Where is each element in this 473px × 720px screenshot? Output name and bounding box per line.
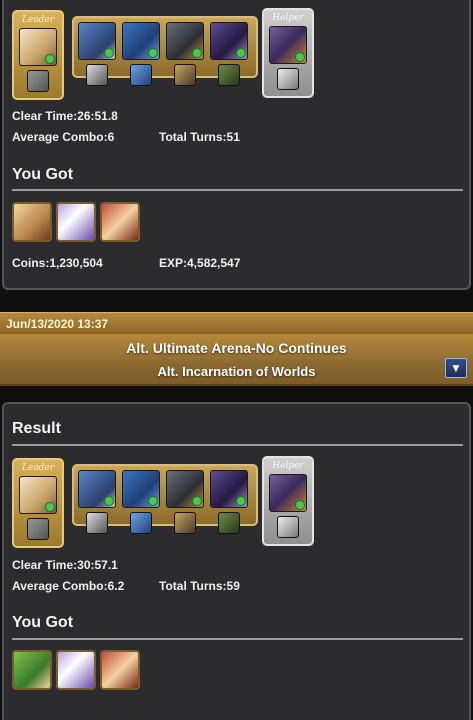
sub-portrait-1[interactable] [78, 470, 116, 508]
leader-slot[interactable]: Leader [12, 458, 64, 548]
leader-portrait [19, 28, 57, 66]
clear-time: Clear Time:26:51.8 [12, 109, 118, 123]
divider [12, 189, 463, 191]
dungeon-name-bar: Alt. Ultimate Arena-No Continues Alt. In… [0, 334, 473, 386]
sub-assist-3 [174, 64, 196, 86]
helper-portrait [269, 474, 307, 512]
drop-3[interactable] [100, 650, 140, 690]
sub-portrait-2[interactable] [122, 22, 160, 60]
exp: EXP:4,582,547 [159, 256, 241, 270]
drop-1[interactable] [12, 650, 52, 690]
total-turns: Total Turns:51 [159, 130, 240, 144]
total-turns: Total Turns:59 [159, 579, 240, 593]
average-combo: Average Combo:6 [12, 130, 115, 144]
floor-name: Alt. Incarnation of Worlds [157, 364, 316, 379]
sub-assist-1 [86, 512, 108, 534]
sub-assist-4 [218, 64, 240, 86]
leader-assist [27, 70, 49, 92]
leader-tag: Leader [21, 463, 55, 473]
helper-portrait [269, 26, 307, 64]
sub-portrait-4[interactable] [210, 470, 248, 508]
team-row: Leader Helper [4, 8, 473, 110]
clear-time: Clear Time:30:57.1 [12, 558, 118, 572]
leader-portrait [19, 476, 57, 514]
result-title: Result [12, 420, 61, 437]
coins: Coins:1,230,504 [12, 256, 103, 270]
sub-members [72, 16, 258, 86]
sub-assist-2 [130, 64, 152, 86]
helper-assist [277, 516, 299, 538]
drop-2[interactable] [56, 202, 96, 242]
sub-portrait-3[interactable] [166, 22, 204, 60]
divider [12, 444, 463, 446]
team-row: Leader Helper [4, 456, 473, 558]
helper-tag: Helper [272, 461, 304, 471]
sub-assist-1 [86, 64, 108, 86]
you-got-title: You Got [12, 614, 74, 631]
drop-3[interactable] [100, 202, 140, 242]
divider [12, 638, 463, 640]
run-result-panel-1: Leader Helper Clear Time:26:51.8 Average… [2, 0, 471, 290]
helper-assist [277, 68, 299, 90]
leader-slot[interactable]: Leader [12, 10, 64, 100]
helper-tag: Helper [272, 13, 304, 23]
sub-portrait-2[interactable] [122, 470, 160, 508]
drop-2[interactable] [56, 650, 96, 690]
run-result-panel-2: Result Leader Helper Clear Time:30:57.1 … [2, 402, 471, 720]
helper-slot[interactable]: Helper [262, 456, 314, 546]
triangle-down-icon: ▼ [450, 361, 462, 375]
leader-assist [27, 518, 49, 540]
sub-portrait-1[interactable] [78, 22, 116, 60]
dungeon-header[interactable]: Jun/13/2020 13:37 Alt. Ultimate Arena-No… [0, 294, 473, 390]
drop-1[interactable] [12, 202, 52, 242]
sub-assist-3 [174, 512, 196, 534]
helper-slot[interactable]: Helper [262, 8, 314, 98]
sub-portrait-3[interactable] [166, 470, 204, 508]
leader-tag: Leader [21, 15, 55, 25]
expand-button[interactable]: ▼ [445, 358, 467, 378]
sub-portrait-4[interactable] [210, 22, 248, 60]
dungeon-name: Alt. Ultimate Arena-No Continues [126, 340, 347, 356]
you-got-title: You Got [12, 166, 74, 183]
date: Jun/13/2020 13:37 [0, 312, 473, 334]
sub-assist-2 [130, 512, 152, 534]
sub-assist-4 [218, 512, 240, 534]
sub-members [72, 464, 258, 534]
average-combo: Average Combo:6.2 [12, 579, 125, 593]
